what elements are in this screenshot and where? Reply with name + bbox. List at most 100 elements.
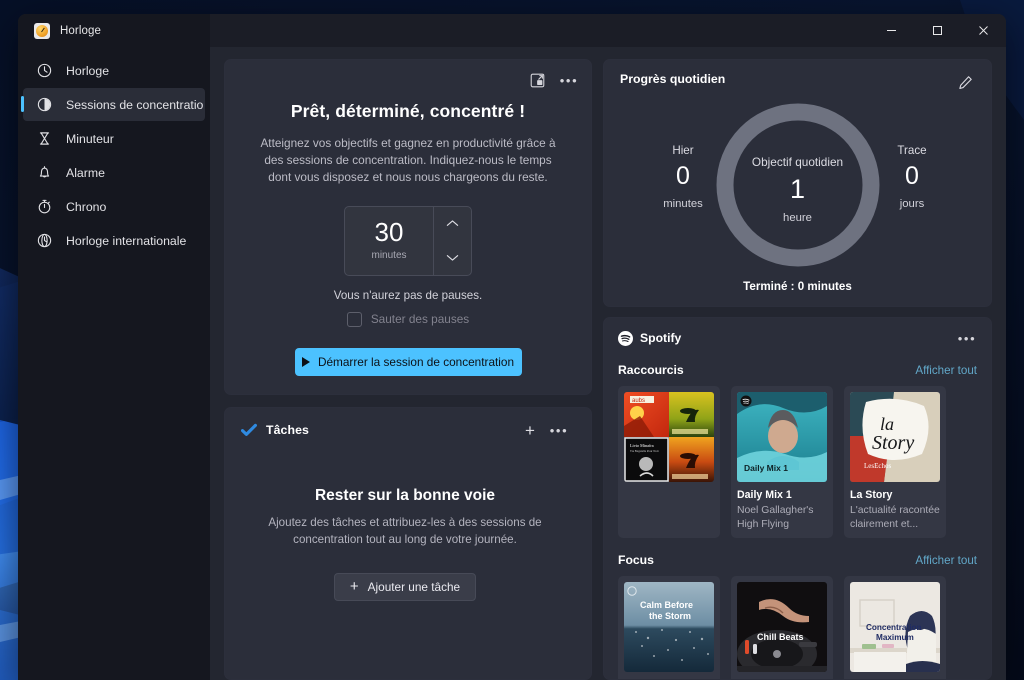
maximize-icon bbox=[932, 26, 942, 35]
window-title: Horloge bbox=[60, 24, 101, 37]
spotify-more-options-icon[interactable]: ••• bbox=[957, 328, 977, 348]
sidebar-item-label: Alarme bbox=[66, 165, 105, 180]
right-column: Progrès quotidien Hier 0 minutes Objecti… bbox=[603, 59, 992, 680]
add-task-icon-button[interactable]: + bbox=[520, 420, 540, 440]
spotify-tile[interactable]: Concentration Maximum bbox=[844, 576, 946, 679]
sidebar-item-chrono[interactable]: Chrono bbox=[23, 190, 205, 223]
spotify-section-header-raccourcis: Raccourcis Afficher tout bbox=[618, 363, 977, 377]
clock-app-window: Horloge Horloge Sessions de concentratio… bbox=[18, 14, 1006, 680]
daily-mix-glyph: Daily Mix 1 bbox=[737, 392, 827, 482]
sidebar-item-horloge[interactable]: Horloge bbox=[23, 54, 205, 87]
sidebar-item-label: Chrono bbox=[66, 199, 107, 214]
svg-text:Story: Story bbox=[872, 432, 914, 454]
chill-beats-glyph: Chill Beats bbox=[737, 582, 827, 672]
tasks-card: Tâches + ••• Rester sur la bonne voie Aj… bbox=[224, 407, 592, 680]
svg-text:Chill Beats: Chill Beats bbox=[757, 632, 804, 642]
sidebar-item-minuteur[interactable]: Minuteur bbox=[23, 122, 205, 155]
spotify-name: Spotify bbox=[640, 331, 682, 345]
window-controls bbox=[868, 14, 1006, 47]
spotify-view-all-link[interactable]: Afficher tout bbox=[915, 554, 977, 567]
svg-text:Daily Mix 1: Daily Mix 1 bbox=[744, 463, 788, 473]
add-task-button[interactable]: + Ajouter une tâche bbox=[333, 572, 477, 601]
calm-before-the-storm-art: Calm Before the Storm bbox=[624, 582, 714, 672]
tasks-empty-description: Ajoutez des tâches et attribuez-les à de… bbox=[268, 516, 542, 546]
stepper-spin-column bbox=[433, 206, 471, 275]
la-story-glyph: la Story LesEchos bbox=[850, 392, 940, 482]
focus-card-tools: ••• bbox=[527, 70, 579, 90]
svg-text:aubs: aubs bbox=[632, 398, 645, 404]
spotify-tile-subtitle: Noel Gallagher's High Flying Birds,... bbox=[737, 505, 814, 530]
title-bar: Horloge bbox=[18, 14, 1006, 47]
pencil-icon[interactable] bbox=[955, 72, 975, 92]
spotify-tile[interactable]: la Story LesEchos La Story L'actualité r… bbox=[844, 386, 946, 538]
plus-icon: + bbox=[349, 578, 359, 596]
yesterday-value: 0 bbox=[676, 162, 690, 190]
spotify-tile[interactable]: aubs Livio Minafra Tre Bagatelle Pour No… bbox=[618, 386, 720, 538]
chevron-down-icon bbox=[446, 255, 459, 261]
pause-note: Vous n'aurez pas de pauses. bbox=[333, 288, 483, 302]
spotify-view-all-link[interactable]: Afficher tout bbox=[915, 364, 977, 377]
streak-stat: Trace 0 jours bbox=[867, 144, 957, 210]
progress-completed-text: Terminé : 0 minutes bbox=[743, 280, 852, 293]
skip-breaks-row[interactable]: Sauter des pauses bbox=[247, 311, 569, 327]
sidebar-item-horloge-internationale[interactable]: Horloge internationale bbox=[23, 224, 205, 257]
daily-progress-card: Progrès quotidien Hier 0 minutes Objecti… bbox=[603, 59, 992, 307]
la-story-art: la Story LesEchos bbox=[850, 392, 940, 482]
spotify-section-title: Raccourcis bbox=[618, 363, 684, 377]
mini-view-icon[interactable] bbox=[527, 70, 547, 90]
sidebar-item-label: Horloge internationale bbox=[66, 233, 187, 248]
spotify-tile[interactable]: Calm Before the Storm bbox=[618, 576, 720, 679]
duration-stepper[interactable]: 30 minutes bbox=[344, 205, 472, 276]
sidebar-item-label: Horloge bbox=[66, 63, 110, 78]
chevron-up-icon bbox=[446, 220, 459, 227]
svg-text:la: la bbox=[880, 414, 894, 434]
focus-card-description: Atteignez vos objectifs et gagnez en pro… bbox=[260, 136, 556, 185]
stepper-increase-button[interactable] bbox=[434, 207, 471, 241]
daily-goal-value: 1 bbox=[789, 173, 806, 204]
stepper-decrease-button[interactable] bbox=[434, 241, 471, 275]
minimize-button[interactable] bbox=[868, 14, 914, 47]
sidebar-item-alarme[interactable]: Alarme bbox=[23, 156, 205, 189]
title-bar-drag-region[interactable] bbox=[210, 14, 868, 47]
yesterday-unit: minutes bbox=[663, 198, 703, 210]
skip-breaks-checkbox[interactable] bbox=[346, 311, 362, 327]
maximize-button[interactable] bbox=[914, 14, 960, 47]
close-icon bbox=[978, 26, 988, 35]
progress-card-title: Progrès quotidien bbox=[620, 72, 726, 86]
spotify-tile-row-raccourcis: aubs Livio Minafra Tre Bagatelle Pour No… bbox=[618, 386, 977, 538]
spotify-tile[interactable]: Chill Beats bbox=[731, 576, 833, 679]
spotify-tile-subtitle: L'actualité racontée clairement et... bbox=[850, 505, 940, 530]
yesterday-label: Hier bbox=[672, 144, 694, 157]
left-column: ••• Prêt, déterminé, concentré ! Atteign… bbox=[224, 59, 592, 680]
tasks-card-title: Tâches bbox=[266, 423, 309, 437]
progress-card-header: Progrès quotidien bbox=[620, 72, 975, 92]
streak-unit: jours bbox=[899, 198, 925, 210]
stopwatch-icon bbox=[36, 198, 53, 215]
more-options-icon[interactable]: ••• bbox=[559, 70, 579, 90]
spotify-section-title: Focus bbox=[618, 553, 654, 567]
hourglass-icon bbox=[36, 130, 53, 147]
duration-value-box[interactable]: 30 minutes bbox=[345, 207, 433, 275]
streak-value: 0 bbox=[905, 162, 919, 190]
add-task-button-label: Ajouter une tâche bbox=[367, 579, 461, 594]
sidebar-item-label: Minuteur bbox=[66, 131, 114, 146]
skip-breaks-label: Sauter des pauses bbox=[370, 312, 470, 327]
svg-text:Concentration: Concentration bbox=[866, 623, 922, 632]
spotify-tile[interactable]: Daily Mix 1 Daily Mix 1 Noel Gallagher's… bbox=[731, 386, 833, 538]
daily-goal-stat: Objectif quotidien 1 heure bbox=[752, 155, 843, 224]
sidebar-item-sessions-de-concentration[interactable]: Sessions de concentratio bbox=[21, 88, 205, 121]
close-button[interactable] bbox=[960, 14, 1006, 47]
spotify-section-header-focus: Focus Afficher tout bbox=[618, 553, 977, 567]
tasks-empty-title: Rester sur la bonne voie bbox=[314, 487, 496, 504]
focus-card-title: Prêt, déterminé, concentré ! bbox=[290, 101, 526, 121]
tasks-more-options-icon[interactable]: ••• bbox=[549, 420, 569, 440]
spotify-icon bbox=[618, 330, 633, 346]
start-focus-session-button[interactable]: Démarrer la session de concentration bbox=[294, 347, 522, 376]
chill-beats-art: Chill Beats bbox=[737, 582, 827, 672]
daily-goal-ring-area: Hier 0 minutes Objectif quotidien 1 heur… bbox=[620, 96, 975, 276]
svg-text:Maximum: Maximum bbox=[876, 633, 914, 642]
play-icon bbox=[301, 356, 310, 367]
sidebar-item-label: Sessions de concentratio bbox=[66, 97, 204, 112]
concentration-maximum-art: Concentration Maximum bbox=[850, 582, 940, 672]
album-collage-art: aubs Livio Minafra Tre Bagatelle Pour No… bbox=[624, 392, 714, 482]
